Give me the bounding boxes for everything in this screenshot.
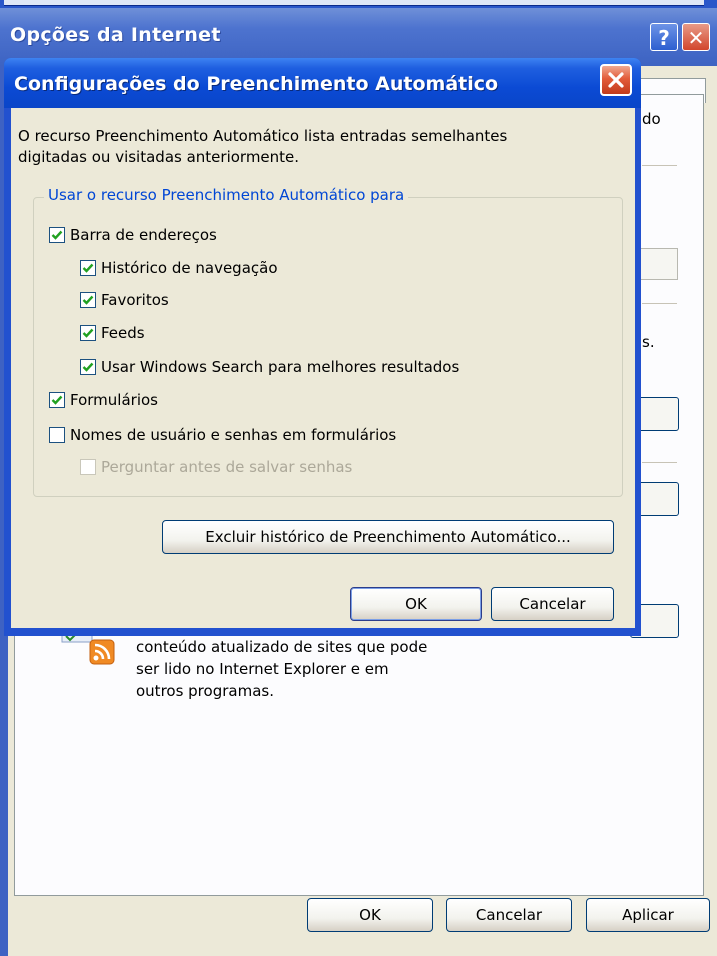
checkbox-checked[interactable]: [80, 325, 96, 341]
option-label: Favoritos: [101, 291, 169, 309]
checkbox-unchecked[interactable]: [49, 427, 65, 443]
ok-button[interactable]: OK: [307, 898, 433, 932]
outer-window-title: Opções da Internet: [10, 24, 221, 46]
checkbox-checked[interactable]: [49, 227, 65, 243]
outer-close-button[interactable]: ✕: [682, 23, 710, 51]
checkbox-checked[interactable]: [80, 292, 96, 308]
option-row[interactable]: Usar Windows Search para melhores result…: [80, 357, 459, 377]
feeds-description: conteúdo atualizado de sites que pode se…: [136, 636, 496, 702]
option-row[interactable]: Barra de endereços: [49, 225, 217, 245]
option-label: Feeds: [101, 324, 145, 342]
help-button[interactable]: ?: [650, 23, 678, 51]
group-label: Usar o recurso Preenchimento Automático …: [44, 186, 409, 204]
feeds-description-line: outros programas.: [136, 682, 274, 700]
dialog-ok-button[interactable]: OK: [350, 587, 482, 621]
option-row[interactable]: Favoritos: [80, 290, 169, 310]
cancel-button[interactable]: Cancelar: [446, 898, 572, 932]
description-line: O recurso Preenchimento Automático lista…: [18, 127, 508, 145]
dialog-close-button[interactable]: [600, 64, 632, 96]
checkbox-unchecked: [80, 459, 96, 475]
option-row[interactable]: Nomes de usuário e senhas em formulários: [49, 425, 396, 445]
outer-window-top-strip: [4, 0, 704, 6]
checkbox-checked[interactable]: [80, 359, 96, 375]
feeds-description-line: conteúdo atualizado de sites que pode: [136, 638, 428, 656]
partial-label-2: s.: [642, 333, 655, 351]
option-label: Formulários: [70, 391, 158, 409]
separator-line: [642, 165, 677, 166]
option-row: Perguntar antes de salvar senhas: [80, 457, 352, 477]
partial-label-1: do: [642, 110, 661, 128]
dialog-description: O recurso Preenchimento Automático lista…: [18, 126, 507, 168]
help-icon: ?: [658, 26, 670, 50]
close-icon: [608, 72, 624, 88]
dialog-cancel-button[interactable]: Cancelar: [491, 587, 614, 621]
feeds-description-line: ser lido no Internet Explorer e em: [136, 660, 389, 678]
apply-button[interactable]: Aplicar: [586, 898, 710, 932]
option-row[interactable]: Formulários: [49, 390, 158, 410]
description-line: digitadas ou visitadas anteriormente.: [18, 148, 300, 166]
option-label: Usar Windows Search para melhores result…: [101, 358, 460, 376]
option-label: Histórico de navegação: [101, 259, 278, 277]
option-row[interactable]: Histórico de navegação: [80, 258, 278, 278]
separator-line: [642, 303, 677, 304]
clear-autocomplete-history-button[interactable]: Excluir histórico de Preenchimento Autom…: [162, 520, 614, 554]
option-row[interactable]: Feeds: [80, 323, 145, 343]
checkbox-checked[interactable]: [49, 392, 65, 408]
separator-line: [642, 462, 677, 463]
close-icon: ✕: [687, 26, 705, 50]
option-label: Nomes de usuário e senhas em formulários: [70, 426, 397, 444]
dialog-title: Configurações do Preenchimento Automátic…: [14, 73, 499, 95]
option-label: Perguntar antes de salvar senhas: [101, 458, 353, 476]
option-label: Barra de endereços: [70, 226, 217, 244]
checkbox-checked[interactable]: [80, 260, 96, 276]
